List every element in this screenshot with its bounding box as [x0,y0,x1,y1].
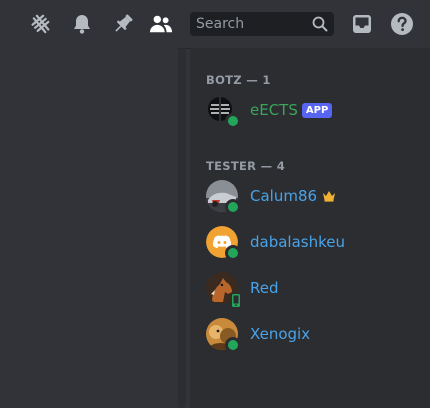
avatar [206,318,241,353]
avatar [206,226,241,261]
avatar [206,272,241,308]
search-input[interactable] [196,16,306,32]
section-header-tester: TESTER — 4 [206,159,286,173]
member-item-red[interactable]: Red [198,267,422,309]
search-box[interactable] [190,12,334,36]
chat-area [0,48,178,408]
members-icon[interactable] [149,12,173,36]
help-icon[interactable] [390,12,414,36]
section-header-botz: BOTZ — 1 [206,73,271,87]
member-name: Xenogix [250,325,311,343]
member-list: BOTZ — 1 eECTS APP TESTER — 4 Calum86 da… [190,48,430,408]
crown-icon [322,190,336,202]
threads-icon[interactable] [29,12,53,36]
avatar [206,94,241,129]
inbox-icon[interactable] [350,12,374,36]
mobile-status-icon [231,293,241,308]
member-name: Calum86 [250,187,318,205]
pin-icon[interactable] [111,12,135,36]
bell-icon[interactable] [70,12,94,36]
online-status-icon [225,245,241,261]
chat-scrollbar[interactable] [178,48,186,408]
app-badge: APP [301,102,333,118]
online-status-icon [225,199,241,215]
member-name: Red [250,279,279,297]
avatar [206,180,241,215]
channel-header [0,0,430,48]
member-item-eects[interactable]: eECTS APP [198,89,422,131]
member-item-xenogix[interactable]: Xenogix [198,313,422,355]
member-name: dabalashkeu [250,233,345,251]
online-status-icon [225,337,241,353]
magnifier-icon [312,16,328,32]
member-item-calum86[interactable]: Calum86 [198,175,422,217]
online-status-icon [225,113,241,129]
member-item-dabalashkeu[interactable]: dabalashkeu [198,221,422,263]
member-name: eECTS [250,101,298,119]
